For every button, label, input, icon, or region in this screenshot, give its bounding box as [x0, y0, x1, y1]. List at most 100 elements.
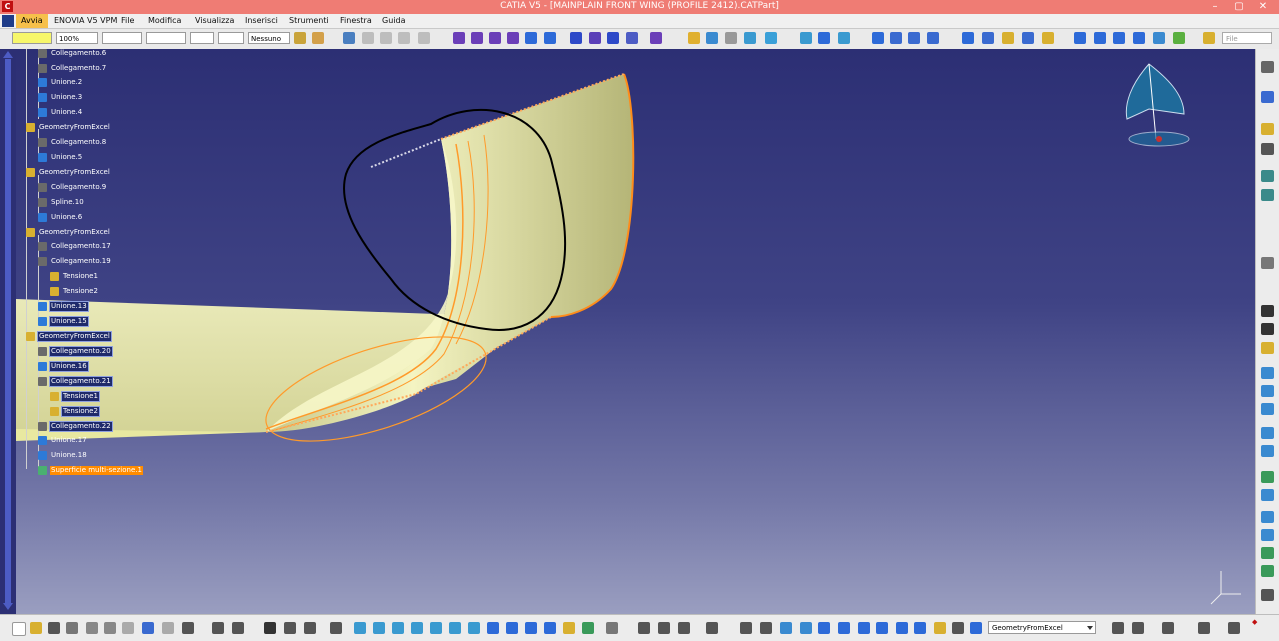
extract-icon[interactable]	[725, 32, 737, 44]
extrude-surface-icon[interactable]	[453, 32, 465, 44]
copy-icon[interactable]	[104, 622, 116, 634]
selection-icon[interactable]	[330, 622, 342, 634]
helix-icon[interactable]	[1261, 489, 1274, 501]
tree-node[interactable]: Collegamento.22	[38, 421, 113, 432]
tree-scrollbar[interactable]	[0, 49, 16, 614]
layers-icon[interactable]	[264, 622, 276, 634]
tree-node[interactable]: Tensione1	[50, 391, 100, 402]
body-bottom-icon[interactable]	[876, 622, 888, 634]
tree-node[interactable]: Collegamento.20	[38, 346, 113, 357]
analysis-icon[interactable]	[418, 32, 430, 44]
fit-all-icon[interactable]	[872, 32, 884, 44]
view-bottom-icon[interactable]	[1132, 622, 1144, 634]
offset-surface-icon[interactable]	[507, 32, 519, 44]
healing-icon[interactable]	[626, 32, 638, 44]
instance-icon[interactable]	[896, 622, 908, 634]
settings-icon[interactable]	[1198, 622, 1210, 634]
scan-icon[interactable]	[1261, 257, 1274, 269]
properties-icon[interactable]	[343, 32, 355, 44]
scroll-down-arrow-icon[interactable]	[3, 603, 13, 610]
grid-icon[interactable]	[982, 32, 994, 44]
material-icon[interactable]	[1022, 32, 1034, 44]
snap-icon[interactable]	[760, 622, 772, 634]
linetype-selector[interactable]	[102, 32, 142, 44]
layer-selector[interactable]: Nessuno	[248, 32, 290, 44]
rotate-view-icon[interactable]	[800, 622, 812, 634]
point-icon[interactable]	[1261, 305, 1274, 317]
fill-surface-icon[interactable]	[544, 32, 556, 44]
exit-workbench-icon[interactable]	[1261, 91, 1274, 103]
spline-toolbar-icon[interactable]	[1261, 471, 1274, 483]
tree-node[interactable]: Collegamento.9	[38, 182, 107, 193]
define-work-object-icon[interactable]	[970, 622, 982, 634]
intersection-icon[interactable]	[1261, 385, 1274, 397]
open-file-icon[interactable]	[30, 622, 42, 634]
view-mode-icon[interactable]	[1074, 32, 1086, 44]
lineweight-selector[interactable]	[146, 32, 186, 44]
tree-node[interactable]: GeometryFromExcel	[26, 331, 112, 342]
swap-visible-icon[interactable]	[1153, 32, 1165, 44]
constraint-icon[interactable]	[952, 622, 964, 634]
boundary-icon[interactable]	[650, 32, 662, 44]
shading-bottom-icon[interactable]	[525, 622, 537, 634]
lock-icon[interactable]	[582, 622, 594, 634]
tools-bottom-icon[interactable]	[678, 622, 690, 634]
parallel-curve-icon[interactable]	[1261, 403, 1274, 415]
tree-node[interactable]: Tensione1	[50, 271, 99, 282]
update-icon[interactable]	[1173, 32, 1185, 44]
normal-view-icon[interactable]	[1094, 32, 1106, 44]
rotate-bottom-icon[interactable]	[411, 622, 423, 634]
part-bottom-icon[interactable]	[858, 622, 870, 634]
tree-node[interactable]: Collegamento.19	[38, 256, 112, 267]
camera-icon[interactable]	[706, 622, 718, 634]
chevron-down-icon[interactable]	[1087, 626, 1093, 630]
tree-node[interactable]: Unione.18	[38, 450, 88, 461]
file-search-input[interactable]: File	[1222, 32, 1272, 44]
line-icon[interactable]	[1261, 323, 1274, 335]
iso-view-icon[interactable]	[506, 622, 518, 634]
part-body-icon[interactable]	[1261, 170, 1274, 182]
cut-icon[interactable]	[86, 622, 98, 634]
scroll-track[interactable]	[5, 59, 11, 604]
maximize-button[interactable]: ▢	[1230, 0, 1248, 14]
zoom-icon[interactable]	[927, 32, 939, 44]
tree-node[interactable]: Spline.10	[38, 197, 85, 208]
record-icon[interactable]	[1162, 622, 1174, 634]
measure-bottom-icon[interactable]	[638, 622, 650, 634]
app-menu-icon[interactable]	[2, 15, 14, 27]
3d-viewport[interactable]: Collegamento.6 Collegamento.7 Unione.2 U…	[16, 49, 1255, 614]
multi-section-toolbar-icon[interactable]	[1261, 565, 1274, 577]
mode-icon[interactable]	[304, 622, 316, 634]
revolve-icon[interactable]	[1261, 529, 1274, 541]
fit-all-bottom-icon[interactable]	[373, 622, 385, 634]
circle-icon[interactable]	[1261, 427, 1274, 439]
layer-number-selector[interactable]	[218, 32, 244, 44]
reorder-icon[interactable]	[914, 622, 926, 634]
rotate-icon-2[interactable]	[740, 622, 752, 634]
axis-system-icon[interactable]	[818, 32, 830, 44]
menu-visualizza[interactable]: Visualizza	[195, 14, 234, 28]
sketcher-icon[interactable]	[1261, 61, 1274, 73]
grid-bottom-icon[interactable]	[818, 622, 830, 634]
trim-icon[interactable]	[706, 32, 718, 44]
menu-enovia[interactable]: ENOVIA V5 VPM	[54, 14, 117, 28]
close-button[interactable]: ✕	[1254, 0, 1272, 14]
menu-guida[interactable]: Guida	[382, 14, 405, 28]
compass-icon[interactable]	[1125, 63, 1190, 147]
scroll-up-arrow-icon[interactable]	[3, 51, 13, 58]
hide-show-icon[interactable]	[1133, 32, 1145, 44]
inertia-icon[interactable]	[398, 32, 410, 44]
paste-icon[interactable]	[122, 622, 134, 634]
multi-section-icon[interactable]	[570, 32, 582, 44]
tree-node[interactable]: Unione.6	[38, 212, 83, 223]
multi-view-icon[interactable]	[487, 622, 499, 634]
catalog-bottom-icon[interactable]	[934, 622, 946, 634]
print-icon[interactable]	[66, 622, 78, 634]
compass-bottom-icon[interactable]	[1112, 622, 1124, 634]
tree-node[interactable]: Collegamento.17	[38, 241, 112, 252]
select-icon[interactable]	[962, 32, 974, 44]
menu-file[interactable]: File	[121, 14, 134, 28]
tree-node[interactable]: Collegamento.7	[38, 63, 107, 74]
geometrical-set-toolbar-icon[interactable]	[1261, 189, 1274, 201]
projection-icon[interactable]	[1261, 367, 1274, 379]
